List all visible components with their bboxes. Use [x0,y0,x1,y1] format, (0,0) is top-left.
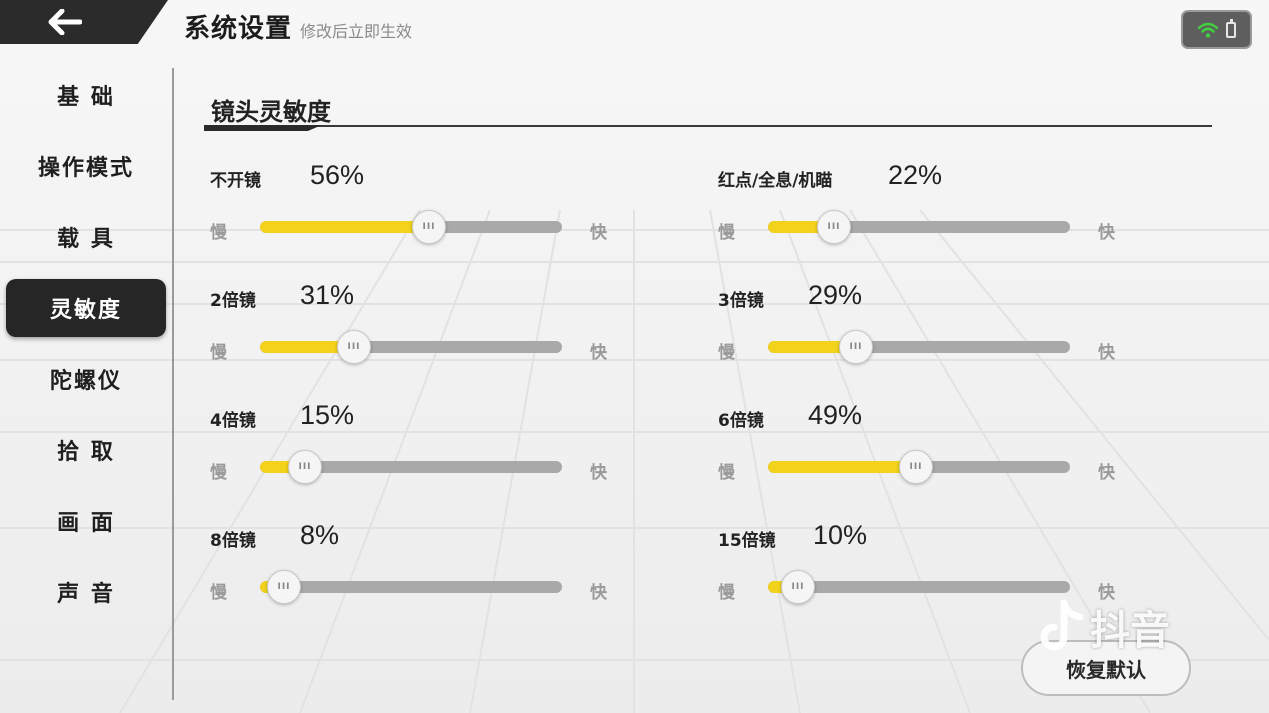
slow-label: 慢 [210,463,227,483]
slow-label: 慢 [718,223,735,243]
fast-label: 快 [1098,463,1115,483]
slider-value: 10% [813,520,868,550]
section-title: 镜头灵敏度 [211,98,331,126]
slider-track[interactable] [768,341,1070,353]
slider-value: 49% [808,400,863,430]
slow-label: 慢 [210,223,227,243]
section-rule [204,125,1212,127]
sidebar-item-gyroscope[interactable]: 陀螺仪 [6,350,166,408]
slider-label: 8倍镜 [210,531,256,551]
slow-label: 慢 [718,463,735,483]
status-indicator [1181,10,1252,49]
sidebar-item-basic[interactable]: 基 础 [6,66,166,124]
page-subtitle: 修改后立即生效 [300,22,413,41]
fast-label: 快 [590,583,607,603]
slider-label: 15倍镜 [718,531,776,551]
slider-value: 31% [300,280,355,310]
title-area: 系统设置 修改后立即生效 [184,8,412,45]
slider-thumb[interactable]: III [288,450,322,484]
slider-value: 29% [808,280,863,310]
slider-value: 8% [300,520,340,550]
slider-no-scope: 不开镜 56% 慢 快 III [210,160,630,270]
slider-thumb[interactable]: III [839,330,873,364]
slider-label: 不开镜 [210,171,261,191]
slow-label: 慢 [718,583,735,603]
watermark-text: 抖音 [1090,608,1170,654]
slider-value: 22% [888,160,943,190]
slider-thumb[interactable]: III [899,450,933,484]
slow-label: 慢 [210,583,227,603]
sidebar-item-sensitivity[interactable]: 灵敏度 [6,279,166,337]
slider-label: 4倍镜 [210,411,256,431]
slider-label: 2倍镜 [210,291,256,311]
slow-label: 慢 [718,343,735,363]
sidebar-item-pickup[interactable]: 拾 取 [6,421,166,479]
fast-label: 快 [590,343,607,363]
slow-label: 慢 [210,343,227,363]
sidebar-divider [172,68,174,700]
slider-label: 6倍镜 [718,411,764,431]
douyin-logo-icon [1040,599,1084,651]
slider-fill [260,221,429,233]
slider-value: 15% [300,400,355,430]
sidebar-item-control-mode[interactable]: 操作模式 [6,137,166,195]
slider-6x-scope: 6倍镜 49% 慢 快 III [718,400,1138,510]
slider-value: 56% [310,160,365,190]
sidebar-item-vehicle[interactable]: 载 具 [6,208,166,266]
slider-3x-scope: 3倍镜 29% 慢 快 III [718,280,1138,390]
section-rule-accent [204,125,322,131]
sidebar-item-sound[interactable]: 声 音 [6,563,166,621]
slider-track[interactable] [768,221,1070,233]
fast-label: 快 [1098,223,1115,243]
wifi-icon [1197,22,1218,38]
slider-thumb[interactable]: III [412,210,446,244]
slider-fill [768,461,916,473]
slider-label: 红点/全息/机瞄 [718,171,833,191]
slider-red-dot: 红点/全息/机瞄 22% 慢 快 III [718,160,1138,270]
slider-label: 3倍镜 [718,291,764,311]
slider-track[interactable] [260,221,562,233]
douyin-watermark: 抖音 [1040,598,1170,656]
slider-thumb[interactable]: III [267,570,301,604]
slider-8x-scope: 8倍镜 8% 慢 快 III [210,520,630,630]
arrow-left-icon [48,9,82,35]
slider-2x-scope: 2倍镜 31% 慢 快 III [210,280,630,390]
battery-icon [1225,18,1236,38]
slider-thumb[interactable]: III [817,210,851,244]
sidebar-item-graphics[interactable]: 画 面 [6,492,166,550]
page-title: 系统设置 [184,14,293,44]
fast-label: 快 [590,463,607,483]
slider-4x-scope: 4倍镜 15% 慢 快 III [210,400,630,510]
slider-track[interactable] [260,341,562,353]
slider-track[interactable] [260,581,562,593]
fast-label: 快 [1098,343,1115,363]
slider-thumb[interactable]: III [781,570,815,604]
fast-label: 快 [590,223,607,243]
slider-thumb[interactable]: III [337,330,371,364]
